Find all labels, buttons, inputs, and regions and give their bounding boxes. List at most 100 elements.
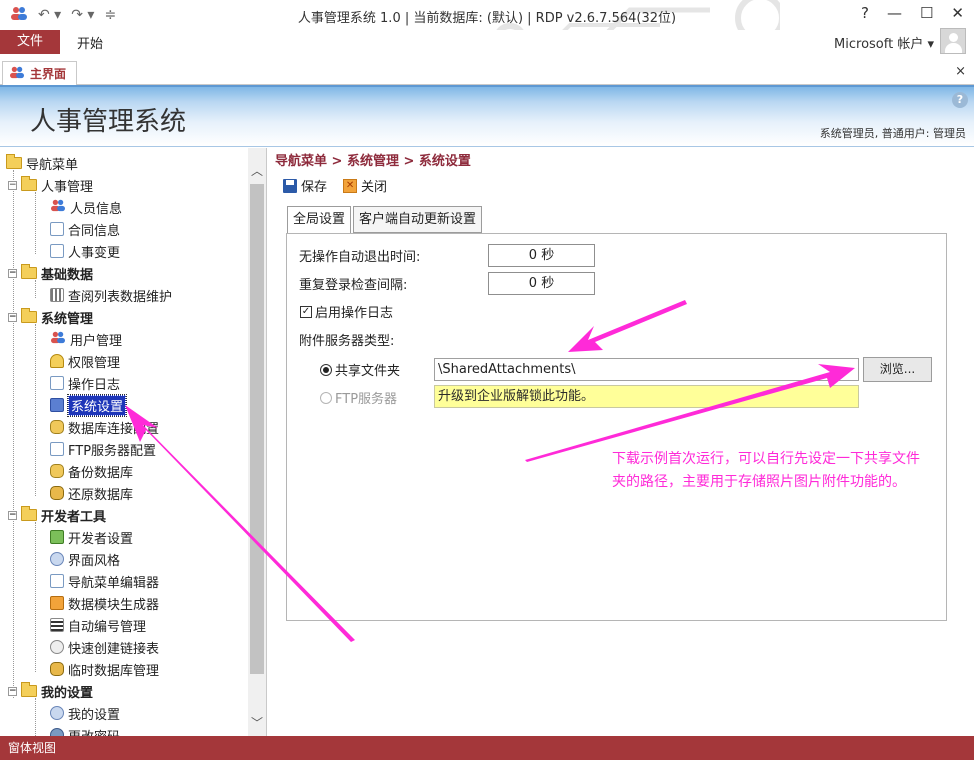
nav-item-backup-db[interactable]: 备份数据库 [50,460,133,482]
nav-item-my-settings[interactable]: 我的设置 [50,702,120,724]
app-banner: 人事管理系统 ? 系统管理员, 普通用户: 管理员 [0,85,974,147]
nav-item-system-settings[interactable]: 系统设置 [50,393,128,417]
scroll-up-icon[interactable]: ︿ [251,162,263,178]
folder-icon [21,506,37,521]
nav-item-lookup-maintenance[interactable]: 查阅列表数据维护 [50,284,172,306]
collapse-icon[interactable]: − [8,268,17,278]
avatar[interactable] [940,28,966,54]
nav-item-restore-db[interactable]: 还原数据库 [50,482,133,504]
shared-folder-radio[interactable]: 共享文件夹 [320,360,400,379]
minimize-button[interactable]: — [887,4,902,22]
annotation-line-1: 下载示例首次运行，可以自行先设定一下共享文件 [612,451,920,467]
nav-group-dev-tools[interactable]: − 开发者工具 [8,504,106,526]
collapse-icon[interactable]: − [8,510,17,520]
nav-item-permission-admin[interactable]: 权限管理 [50,350,120,372]
app-name: 人事管理系统 [30,107,187,137]
nav-group-hr[interactable]: − 人事管理 [8,174,93,196]
checkbox-checked-icon[interactable]: ✓ [300,305,312,318]
help-button[interactable]: ? [861,4,869,22]
database-icon [50,464,64,478]
table-icon [50,288,64,302]
user-info: 系统管理员, 普通用户: 管理员 [819,127,966,140]
redo-icon[interactable]: ↷ ▾ [71,7,94,23]
nav-root[interactable]: 导航菜单 [6,152,78,174]
ftp-server-radio[interactable]: FTP服务器 [320,388,397,407]
document-icon [50,376,64,390]
nav-item-user-admin[interactable]: 用户管理 [50,328,122,350]
folder-icon [6,154,22,169]
account-menu[interactable]: Microsoft 帐户 ▾ [834,33,934,52]
nav-item-menu-editor[interactable]: 导航菜单编辑器 [50,570,159,592]
scroll-down-icon[interactable]: ﹀ [251,714,263,730]
nav-scrollbar[interactable]: ︿ ﹀ [248,148,266,736]
customize-qa-icon[interactable]: ≑ [104,7,116,23]
gear-icon [50,706,64,720]
relogin-check-label: 重复登录检查间隔: [299,278,408,293]
users-icon [50,198,66,216]
tab-start[interactable]: 开始 [77,33,103,52]
collapse-icon[interactable]: − [8,180,17,190]
nav-item-operation-log[interactable]: 操作日志 [50,372,120,394]
annotation-line-2: 夹的路径，主要用于存储照片图片附件功能的。 [612,474,906,490]
close-tab-button[interactable]: × [955,64,966,79]
upgrade-notice: 升级到企业版解锁此功能。 [434,385,859,408]
settings-tabs: 全局设置 客户端自动更新设置 [287,206,483,234]
save-button[interactable]: 保存 [283,176,327,195]
close-icon: ✕ [343,178,358,193]
wand-icon [50,596,64,610]
relogin-check-input[interactable]: 0 秒 [488,272,595,295]
nav-item-temp-db[interactable]: 临时数据库管理 [50,658,159,680]
ribbon-tabs: 文件 开始 Microsoft 帐户 ▾ [0,28,974,56]
database-icon [50,662,64,676]
collapse-icon[interactable]: − [8,686,17,696]
numbered-list-icon [50,618,64,632]
nav-panel: 导航菜单 − 人事管理 人员信息 合同信息 人事变更 − 基础数据 查阅列表数据… [0,148,267,736]
nav-item-ui-style[interactable]: 界面风格 [50,548,120,570]
op-log-checkbox[interactable]: ✓ 启用操作日志 [300,302,393,321]
key-icon [50,728,64,736]
gear-icon [50,530,64,544]
collapse-icon[interactable]: − [8,312,17,322]
database-restore-icon [50,486,64,500]
nav-item-auto-number[interactable]: 自动编号管理 [50,614,146,636]
document-tab-strip: 主界面 × [0,60,974,85]
idle-logout-input[interactable]: 0 秒 [488,244,595,267]
nav-group-system-admin[interactable]: − 系统管理 [8,306,93,328]
nav-item-db-connection[interactable]: 数据库连接配置 [50,416,159,438]
radio-unselected-icon[interactable] [320,391,332,404]
breadcrumb: 导航菜单 > 系统管理 > 系统设置 [275,154,471,169]
nav-item-ftp-config[interactable]: FTP服务器配置 [50,438,156,460]
undo-icon[interactable]: ↶ ▾ [38,7,61,23]
nav-group-my-settings[interactable]: − 我的设置 [8,680,93,702]
tab-file[interactable]: 文件 [0,30,60,54]
nav-item-dev-settings[interactable]: 开发者设置 [50,526,133,548]
nav-item-module-generator[interactable]: 数据模块生成器 [50,592,159,614]
nav-group-basic-data[interactable]: − 基础数据 [8,262,93,284]
browse-button[interactable]: 浏览... [863,357,932,382]
tab-label: 主界面 [30,67,67,81]
folder-icon [21,682,37,697]
shared-folder-path-input[interactable]: \SharedAttachments\ [434,358,859,381]
help-icon[interactable]: ? [952,92,968,108]
folder-icon [21,308,37,323]
nav-item-hr-change[interactable]: 人事变更 [50,240,120,262]
folder-icon [21,264,37,279]
edit-icon [50,574,64,588]
tab-client-auto-update[interactable]: 客户端自动更新设置 [353,206,483,233]
nav-item-contract-info[interactable]: 合同信息 [50,218,120,240]
tab-main-interface[interactable]: 主界面 [2,61,78,85]
nav-item-quick-link-table[interactable]: 快速创建链接表 [50,636,159,658]
close-button[interactable]: ✕ 关闭 [343,176,387,195]
app-users-icon [10,5,28,25]
tab-global-settings[interactable]: 全局设置 [287,206,352,234]
idle-logout-label: 无操作自动退出时间: [299,250,421,265]
scroll-thumb[interactable] [250,184,264,674]
radio-selected-icon[interactable] [320,363,332,376]
nav-item-change-password[interactable]: 更改密码 [50,724,120,736]
folder-icon [21,176,37,191]
maximize-button[interactable]: ☐ [920,4,933,22]
settings-form-icon [50,398,64,412]
close-window-button[interactable]: ✕ [951,4,964,22]
nav-item-person-info[interactable]: 人员信息 [50,196,122,218]
attach-server-type-label: 附件服务器类型: [299,334,395,349]
